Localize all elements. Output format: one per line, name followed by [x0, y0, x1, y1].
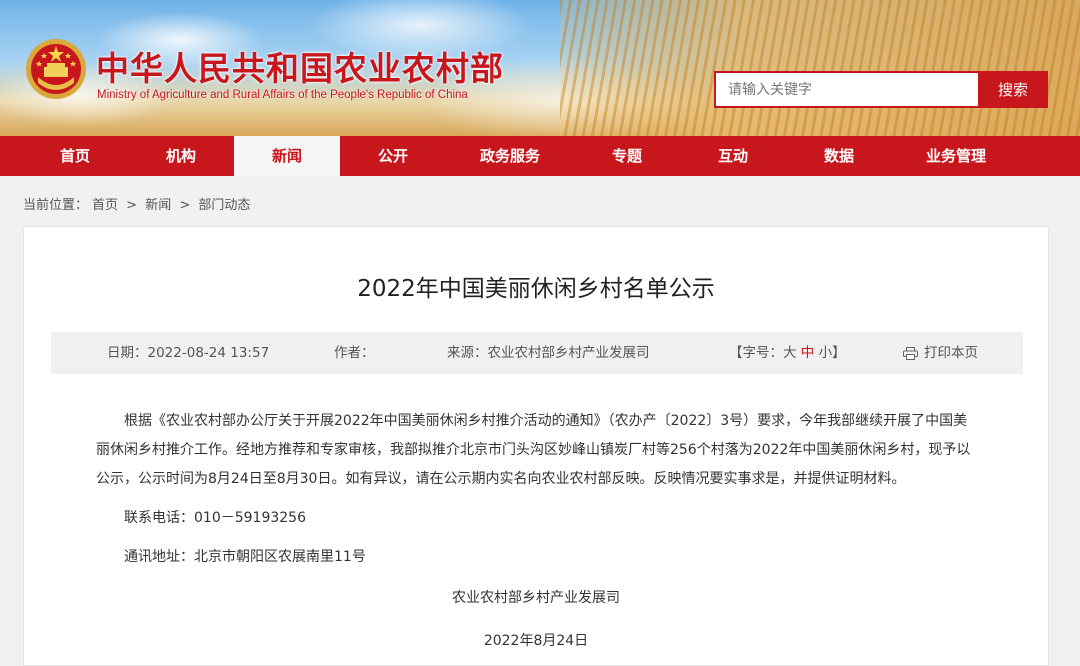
nav-item-news[interactable]: 新闻 [234, 136, 340, 176]
article-title: 2022年中国美丽休闲乡村名单公示 [357, 276, 715, 302]
search-button[interactable]: 搜索 [978, 71, 1048, 108]
nav-item-institutions[interactable]: 机构 [128, 136, 234, 176]
breadcrumb-item-news[interactable]: 新闻 [145, 198, 171, 213]
font-size-medium[interactable]: 中 [801, 345, 815, 361]
nav-item-home[interactable]: 首页 [22, 136, 128, 176]
meta-source-value: 农业农村部乡村产业发展司 [487, 345, 650, 361]
print-label: 打印本页 [924, 345, 978, 361]
breadcrumb-prefix: 当前位置： [23, 198, 89, 213]
meta-source: 来源：农业农村部乡村产业发展司 [447, 332, 650, 374]
article-paragraph: 根据《农业农村部办公厅关于开展2022年中国美丽休闲乡村推介活动的通知》（农办产… [96, 413, 971, 487]
breadcrumb-item-home[interactable]: 首页 [92, 198, 118, 213]
signature: 农业农村部乡村产业发展司 [452, 590, 620, 606]
breadcrumb-separator: > [126, 198, 138, 213]
article-body: 根据《农业农村部办公厅关于开展2022年中国美丽休闲乡村推介活动的通知》（农办产… [96, 407, 980, 582]
font-size-small[interactable]: 小 [819, 345, 833, 361]
site-subtitle: Ministry of Agriculture and Rural Affair… [97, 89, 468, 101]
font-size-label: 【字号： [729, 345, 783, 361]
meta-author: 作者： [334, 332, 375, 374]
nav-item-services[interactable]: 政务服务 [446, 136, 574, 176]
breadcrumb-separator: > [179, 198, 191, 213]
font-size-close: 】 [832, 345, 846, 361]
article-panel: 2022年中国美丽休闲乡村名单公示 日期：2022-08-24 13:57 作者… [23, 226, 1049, 666]
nav-item-data[interactable]: 数据 [786, 136, 892, 176]
print-button[interactable]: 打印本页 [903, 332, 978, 374]
nav-item-public[interactable]: 公开 [340, 136, 446, 176]
site-title[interactable]: 中华人民共和国农业农村部 [96, 42, 504, 90]
meta-date-label: 日期： [107, 345, 148, 361]
printer-icon [903, 346, 918, 360]
nav-item-interaction[interactable]: 互动 [680, 136, 786, 176]
header-banner: 中华人民共和国农业农村部 Ministry of Agriculture and… [0, 0, 1080, 136]
wheat-field [560, 0, 1080, 136]
signature-date: 2022年8月24日 [483, 633, 589, 649]
nav-item-business[interactable]: 业务管理 [892, 136, 1020, 176]
meta-font-size: 【字号：大 中 小】 [729, 332, 846, 374]
breadcrumb-item-department[interactable]: 部门动态 [198, 198, 250, 213]
main-nav: 首页 机构 新闻 公开 政务服务 专题 互动 数据 业务管理 [0, 136, 1080, 176]
font-size-large[interactable]: 大 [783, 345, 797, 361]
meta-date: 日期：2022-08-24 13:57 [107, 332, 269, 374]
contact-phone: 联系电话：010－59193256 [124, 510, 306, 526]
search-input[interactable] [714, 71, 978, 108]
article-meta-bar: 日期：2022-08-24 13:57 作者： 来源：农业农村部乡村产业发展司 … [51, 332, 1023, 374]
meta-author-label: 作者： [334, 345, 375, 361]
meta-date-value: 2022-08-24 13:57 [147, 345, 270, 361]
meta-source-label: 来源： [447, 345, 488, 361]
nav-item-topics[interactable]: 专题 [574, 136, 680, 176]
contact-address: 通讯地址：北京市朝阳区农展南里11号 [124, 549, 366, 565]
national-emblem-icon[interactable] [24, 37, 88, 101]
search-box: 搜索 [714, 71, 1048, 108]
